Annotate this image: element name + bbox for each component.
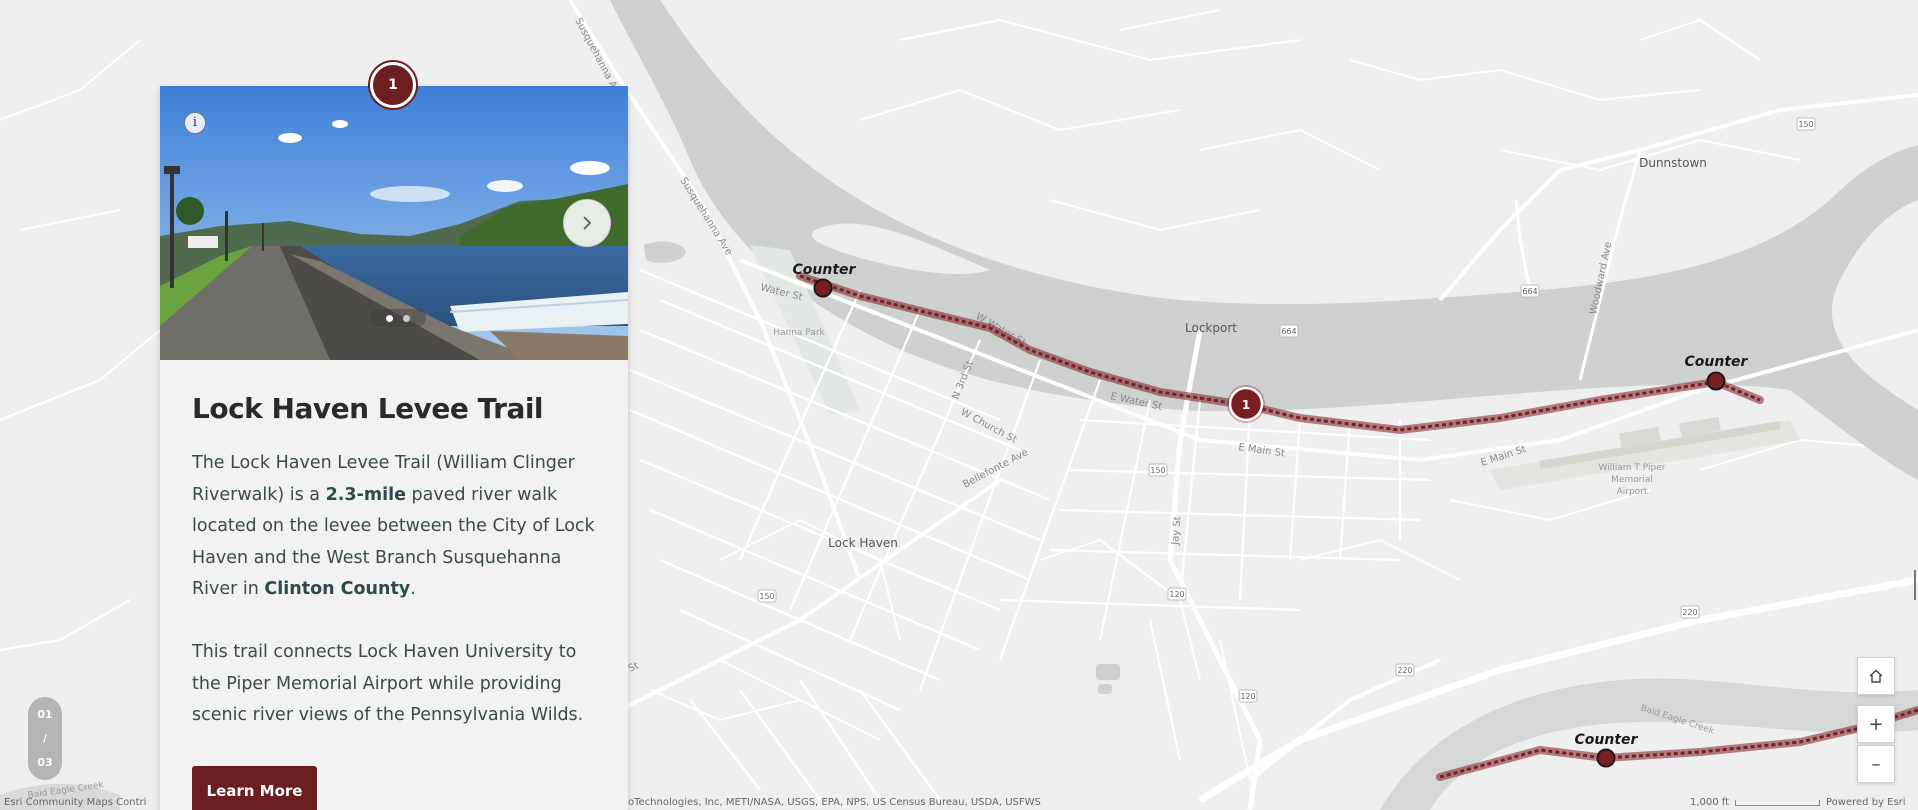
- info-icon[interactable]: i: [184, 112, 206, 134]
- place-label-airport: Airport: [1617, 487, 1648, 497]
- next-slide-button[interactable]: [563, 199, 611, 247]
- home-button[interactable]: [1857, 657, 1895, 695]
- zoom-in-button[interactable]: +: [1857, 705, 1895, 743]
- counter-label: Counter: [793, 262, 857, 278]
- story-card: i Lock Haven Levee Trail The Lock Haven …: [160, 62, 628, 810]
- place-label-airport: William T Piper: [1599, 463, 1666, 473]
- map-scroll-handle[interactable]: [1914, 570, 1916, 600]
- svg-text:664: 664: [1281, 327, 1296, 336]
- trail-title: Lock Haven Levee Trail: [192, 392, 544, 425]
- svg-text:120: 120: [1240, 692, 1255, 701]
- trail-marker[interactable]: 1: [1227, 385, 1265, 423]
- slide-indicator: [370, 309, 426, 327]
- svg-text:150: 150: [759, 592, 774, 601]
- scale-bar: [1735, 800, 1820, 806]
- attribution-left: Esri Community Maps Contri: [4, 797, 147, 808]
- story-pager[interactable]: 01 / 03: [28, 697, 62, 780]
- svg-text:120: 120: [1169, 590, 1184, 599]
- home-icon: [1869, 669, 1883, 683]
- pond: [1098, 684, 1112, 694]
- slide-dot[interactable]: [403, 314, 410, 322]
- step-number-badge: 1: [370, 62, 416, 108]
- description-paragraph: This trail connects Lock Haven Universit…: [192, 641, 584, 726]
- pager-current: 01: [37, 708, 53, 722]
- svg-text:664: 664: [1522, 287, 1537, 296]
- place-label-dunnstown: Dunnstown: [1639, 156, 1707, 170]
- counter-label: Counter: [1575, 732, 1639, 748]
- learn-more-button[interactable]: Learn More: [192, 766, 317, 810]
- counter-label: Counter: [1685, 354, 1749, 370]
- place-label-lock-haven: Lock Haven: [828, 536, 898, 550]
- svg-text:150: 150: [1798, 120, 1813, 129]
- trail-marker-number: 1: [1242, 398, 1250, 412]
- svg-text:220: 220: [1397, 666, 1412, 675]
- attribution-sources: oTechnologies, Inc, METI/NASA, USGS, EPA…: [628, 797, 1041, 808]
- powered-by[interactable]: Powered by Esri: [1826, 797, 1906, 808]
- place-label-hanna-park: Hanna Park: [773, 328, 825, 338]
- trail-description: The Lock Haven Levee Trail (William Clin…: [192, 448, 602, 763]
- svg-text:220: 220: [1682, 608, 1697, 617]
- place-label-airport: Memorial: [1611, 475, 1653, 485]
- slide-dot[interactable]: [386, 314, 393, 322]
- pond: [1096, 664, 1120, 680]
- pager-total: 03: [37, 755, 53, 769]
- scale-bar-label: 1,000 ft: [1690, 797, 1730, 808]
- svg-text:150: 150: [1150, 466, 1165, 475]
- chevron-right-icon: [583, 216, 592, 230]
- place-label-lockport: Lockport: [1185, 321, 1237, 335]
- description-paragraph: The Lock Haven Levee Trail (William Clin…: [192, 453, 595, 600]
- trail-photo: i: [160, 86, 628, 360]
- zoom-out-button[interactable]: –: [1857, 745, 1895, 783]
- pager-separator: /: [42, 731, 48, 745]
